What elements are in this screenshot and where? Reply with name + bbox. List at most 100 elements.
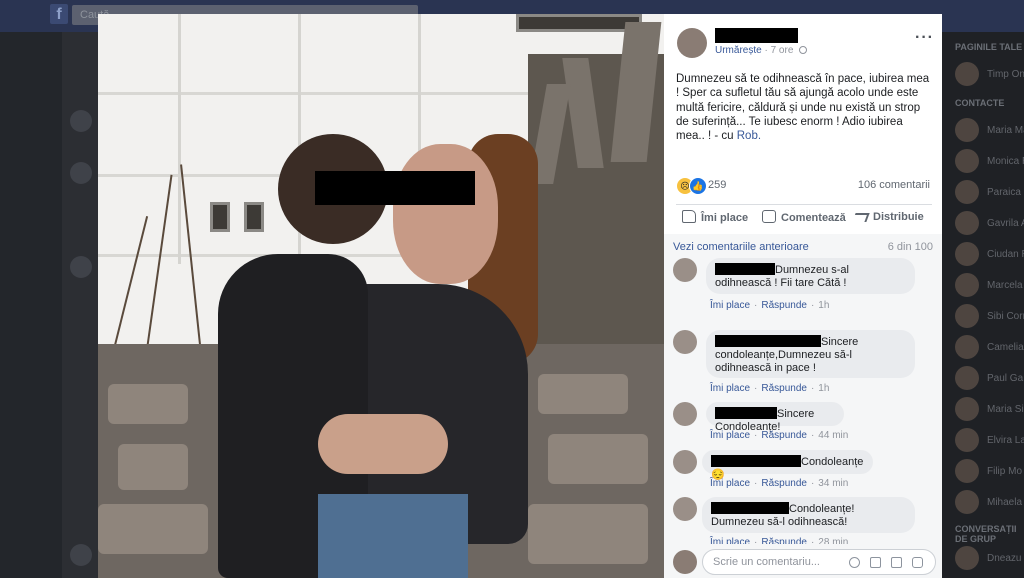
avatar [955, 62, 979, 86]
groups-header: CONVERSAȚII DE GRUP [955, 524, 1017, 544]
contact-item[interactable]: Dneazu [955, 546, 1024, 572]
comment-time[interactable]: 1h [818, 383, 829, 394]
avatar [955, 428, 979, 452]
comment-reply-link[interactable]: Răspunde [761, 478, 807, 489]
comments-section: Vezi comentariile anterioare 6 din 100 D… [664, 234, 942, 578]
sticker-icon[interactable] [912, 557, 923, 568]
comment-input-placeholder: Scrie un comentariu... [713, 556, 820, 568]
contact-item[interactable]: Marcela [955, 273, 1024, 299]
divider [676, 204, 932, 205]
comment-reply-link[interactable]: Răspunde [761, 300, 807, 311]
avatar[interactable] [673, 497, 697, 521]
comment-like-link[interactable]: Îmi place [710, 478, 750, 489]
contact-item[interactable]: Maria Sil [955, 397, 1024, 423]
avatar[interactable] [673, 450, 697, 474]
avatar [955, 273, 979, 297]
contact-item[interactable]: Elvira La [955, 428, 1024, 454]
contact-item[interactable]: Sibi Corr [955, 304, 1024, 330]
contact-item[interactable]: Ciudan R [955, 242, 1024, 268]
comment-reply-link[interactable]: Răspunde [761, 383, 807, 394]
avatar[interactable] [673, 258, 697, 282]
comment-meta: Îmi place · Răspunde · 44 min [710, 430, 849, 441]
contact-item[interactable]: Gavrila A [955, 211, 1024, 237]
contact-item[interactable]: Maria Ma [955, 118, 1024, 144]
commenter-name-redacted[interactable] [711, 502, 789, 514]
comment-bubble: Condoleanțe! Dumnezeu să-l odihnească! [702, 497, 915, 533]
post-actions: Îmi place Comentează Distribuie [676, 210, 932, 232]
feed-icon [70, 162, 92, 184]
comment-time[interactable]: 44 min [818, 430, 848, 441]
post-text: Dumnezeu să te odihnească în pace, iubir… [676, 73, 930, 143]
avatar [955, 149, 979, 173]
author-name-redacted[interactable] [715, 28, 798, 43]
contact-item[interactable]: Camelia [955, 335, 1024, 361]
avatar[interactable] [673, 402, 697, 426]
comment-like-link[interactable]: Îmi place [710, 300, 750, 311]
pages-header: PAGINILE TALE [955, 42, 1023, 52]
avatar[interactable] [673, 330, 697, 354]
post-panel: Urmărește · 7 ore ··· Dumnezeu să te odi… [664, 14, 942, 578]
avatar [673, 550, 697, 574]
comment-button[interactable]: Comentează [762, 210, 846, 232]
avatar [955, 304, 979, 328]
post-time[interactable]: 7 ore [771, 45, 794, 56]
comment-time[interactable]: 34 min [818, 478, 848, 489]
avatar [955, 118, 979, 142]
comment-meta: Îmi place · Răspunde · 1h [710, 383, 830, 394]
comment-meta: Îmi place · Răspunde · 34 min [710, 478, 849, 489]
contact-item[interactable]: Monica R [955, 149, 1024, 175]
follow-link[interactable]: Urmărește [715, 45, 762, 56]
comment-bubble-icon [762, 210, 776, 223]
facebook-logo-icon[interactable]: f [50, 4, 68, 24]
comment-bubble: Dumnezeu s-al odihnească ! Fii tare Cătă… [706, 258, 915, 294]
globe-icon [799, 46, 808, 54]
comment-meta: Îmi place · Răspunde · 1h [710, 300, 830, 311]
share-arrow-icon [852, 213, 870, 222]
feed-icon [70, 544, 92, 566]
comment-like-link[interactable]: Îmi place [710, 430, 750, 441]
avatar [955, 180, 979, 204]
like-reaction-icon: 👍 [689, 177, 707, 195]
contact-item[interactable]: Mihaela [955, 490, 1024, 516]
thumbs-up-icon [682, 210, 696, 223]
avatar [955, 211, 979, 235]
avatar [955, 366, 979, 390]
comment-input[interactable]: Scrie un comentariu... [702, 549, 936, 575]
share-button[interactable]: Distribuie [852, 210, 924, 232]
comment-bubble: Condoleanțe😔 [702, 450, 873, 481]
gif-icon[interactable] [891, 557, 902, 568]
commenter-name-redacted[interactable] [715, 263, 775, 275]
tagged-user-link[interactable]: Rob. [737, 130, 761, 142]
redaction-bar [315, 171, 475, 205]
post-photo[interactable] [98, 14, 664, 578]
more-options-icon[interactable]: ··· [915, 29, 934, 47]
post-meta: Urmărește · 7 ore [715, 45, 808, 56]
contact-item[interactable]: Filip Mo [955, 459, 1024, 485]
comment-bubble: Sincere condoleanțe,Dumnezeu să-l odihne… [706, 330, 915, 378]
comment-bubble: Sincere Condoleanțe! [706, 402, 844, 433]
contacts-header: CONTACTE [955, 98, 1005, 108]
avatar [955, 397, 979, 421]
contact-item[interactable]: Paraica [955, 180, 1024, 206]
comment-reply-link[interactable]: Răspunde [761, 430, 807, 441]
comment-like-link[interactable]: Îmi place [710, 383, 750, 394]
commenter-name-redacted[interactable] [715, 407, 777, 419]
contact-item[interactable]: Paul Ga [955, 366, 1024, 392]
feed-icon [70, 256, 92, 278]
commenter-name-redacted[interactable] [711, 455, 801, 467]
avatar [955, 242, 979, 266]
avatar [955, 335, 979, 359]
comments-count-link[interactable]: 106 comentarii [858, 179, 930, 191]
view-previous-comments-link[interactable]: Vezi comentariile anterioare [673, 241, 809, 253]
camera-icon[interactable] [870, 557, 881, 568]
avatar [955, 490, 979, 514]
author-avatar[interactable] [677, 28, 707, 58]
comment-input-row: Scrie un comentariu... [664, 544, 942, 578]
contact-item[interactable]: Timp Online [955, 62, 1024, 88]
emoji-icon[interactable] [849, 557, 860, 568]
commenter-name-redacted[interactable] [715, 335, 821, 347]
comment-time[interactable]: 1h [818, 300, 829, 311]
avatar [955, 546, 979, 570]
like-button[interactable]: Îmi place [682, 210, 748, 232]
comments-pagination-count: 6 din 100 [887, 241, 933, 253]
